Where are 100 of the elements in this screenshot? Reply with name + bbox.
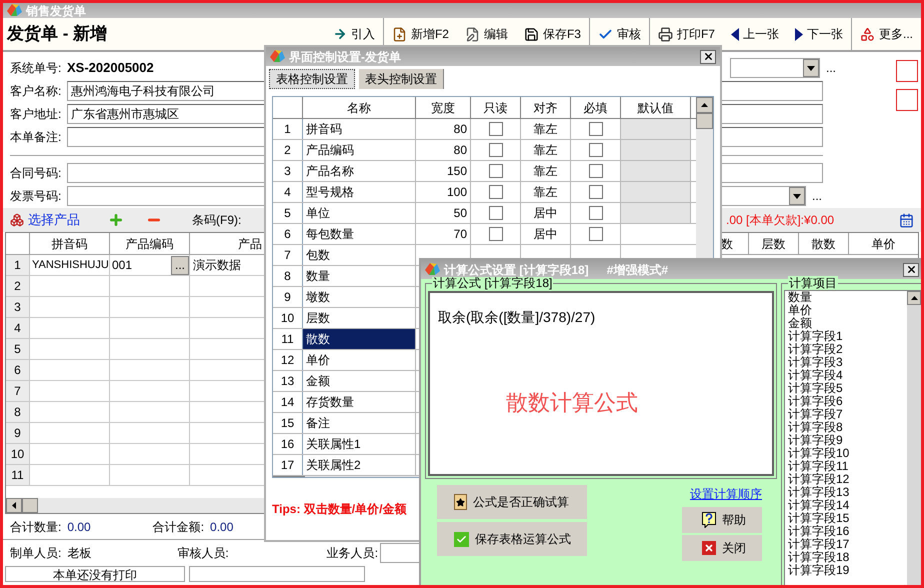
checkbox[interactable]: [488, 206, 502, 220]
list-item[interactable]: 计算字段7: [788, 408, 907, 421]
list-item[interactable]: 计算字段10: [788, 447, 907, 460]
tab[interactable]: 表头控制设置: [359, 69, 444, 89]
table-cell[interactable]: 层数: [303, 308, 416, 328]
list-item[interactable]: 计算字段5: [788, 382, 907, 395]
column-header[interactable]: 对齐: [521, 97, 571, 118]
table-cell[interactable]: 单价: [303, 350, 416, 370]
dropdown-button[interactable]: [803, 59, 819, 77]
table-cell[interactable]: 存货数量: [303, 392, 416, 412]
column-header[interactable]: 散数: [798, 233, 848, 254]
list-item[interactable]: 计算字段4: [788, 369, 907, 382]
side-button[interactable]: 关闭: [682, 535, 762, 561]
combo-field[interactable]: [730, 58, 820, 78]
tab[interactable]: 表格控制设置: [269, 69, 355, 89]
table-cell[interactable]: 包数: [303, 245, 416, 265]
table-cell[interactable]: 金额: [303, 371, 416, 391]
table-cell[interactable]: 型号规格: [303, 182, 416, 202]
column-header[interactable]: 单价: [848, 233, 918, 254]
table-cell[interactable]: 拼音码: [303, 119, 416, 139]
checkbox[interactable]: [488, 185, 502, 199]
toolbar-button[interactable]: 编辑: [456, 18, 516, 50]
list-item[interactable]: 计算字段19: [788, 564, 907, 577]
column-header[interactable]: 产品编码: [110, 233, 190, 254]
default-value-cell[interactable]: [621, 140, 691, 161]
list-item[interactable]: 计算字段14: [788, 499, 907, 512]
sales-field[interactable]: [380, 543, 420, 563]
list-item[interactable]: 计算字段17: [788, 538, 907, 551]
table-cell[interactable]: 每包数量: [303, 224, 416, 244]
list-item[interactable]: 计算字段15: [788, 512, 907, 525]
select-product-button[interactable]: 选择产品: [28, 210, 80, 230]
list-item[interactable]: 数量: [788, 291, 907, 304]
side-button[interactable]: [896, 89, 918, 111]
picker-button[interactable]: ...: [171, 256, 189, 274]
list-item[interactable]: 计算字段9: [788, 434, 907, 447]
list-item[interactable]: 计算字段3: [788, 356, 907, 369]
column-header[interactable]: 产品: [190, 233, 262, 254]
side-button[interactable]: [896, 60, 918, 82]
table-cell[interactable]: 备注: [303, 413, 416, 433]
toolbar-button[interactable]: 下一张: [786, 18, 851, 50]
column-header[interactable]: 必填: [571, 97, 621, 118]
default-value-cell[interactable]: [621, 161, 691, 182]
checkbox[interactable]: [488, 143, 502, 157]
list-item[interactable]: 金额: [788, 317, 907, 330]
scroll-thumb[interactable]: [22, 498, 38, 513]
list-item[interactable]: 计算字段16: [788, 525, 907, 538]
list-item[interactable]: 计算字段1: [788, 330, 907, 343]
column-header[interactable]: 默认值: [621, 97, 691, 118]
checkbox[interactable]: [488, 122, 502, 136]
close-button[interactable]: [903, 262, 919, 276]
column-header[interactable]: 名称: [303, 97, 416, 118]
checkbox[interactable]: [588, 122, 602, 136]
more-link[interactable]: ...: [826, 59, 896, 77]
table-cell[interactable]: 散数: [303, 329, 416, 349]
checkbox[interactable]: [588, 185, 602, 199]
checkbox[interactable]: [488, 164, 502, 178]
side-button[interactable]: 帮助: [682, 507, 762, 533]
list-item[interactable]: 计算字段12: [788, 473, 907, 486]
scroll-left-button[interactable]: [6, 498, 22, 513]
toolbar-button[interactable]: 更多...: [850, 18, 921, 50]
checkbox[interactable]: [588, 164, 602, 178]
checkbox[interactable]: [588, 206, 602, 220]
dropdown-button[interactable]: [789, 187, 805, 205]
calendar-icon[interactable]: [899, 212, 914, 228]
table-cell[interactable]: 关联属性2: [303, 455, 416, 475]
toolbar-button[interactable]: 上一张: [722, 18, 787, 50]
checkbox[interactable]: [588, 143, 602, 157]
list-item[interactable]: 计算字段18: [788, 551, 907, 564]
column-header[interactable]: 只读: [471, 97, 521, 118]
table-cell[interactable]: 关联属性1: [303, 434, 416, 454]
action-button[interactable]: 保存表格运算公式: [437, 522, 587, 556]
default-value-cell[interactable]: [621, 182, 691, 203]
list-item[interactable]: 计算字段8: [788, 421, 907, 434]
column-header[interactable]: 层数: [748, 233, 798, 254]
formula-editor[interactable]: 取余(取余([数量]/378)/27) 散数计算公式: [428, 291, 774, 476]
list-item[interactable]: 计算字段11: [788, 460, 907, 473]
toolbar-button[interactable]: 保存F3: [516, 18, 589, 50]
close-button[interactable]: [700, 50, 716, 64]
column-header[interactable]: 拼音码: [30, 233, 110, 254]
action-button[interactable]: 公式是否正确试算: [437, 485, 587, 519]
default-value-cell[interactable]: [621, 203, 691, 224]
scroll-up-button[interactable]: [696, 97, 713, 113]
table-cell[interactable]: 墩数: [303, 287, 416, 307]
table-cell[interactable]: 产品名称: [303, 161, 416, 181]
table-cell[interactable]: 数量: [303, 266, 416, 286]
default-value-cell[interactable]: [621, 119, 691, 140]
more-link[interactable]: ...: [812, 187, 822, 205]
table-cell[interactable]: 产品编码: [303, 140, 416, 160]
column-header[interactable]: 宽度: [416, 97, 471, 118]
list-item[interactable]: 计算字段2: [788, 343, 907, 356]
checkbox[interactable]: [588, 227, 602, 241]
table-cell[interactable]: 单位: [303, 203, 416, 223]
scroll-up-button[interactable]: [907, 291, 921, 305]
order-link[interactable]: 设置计算顺序: [690, 485, 762, 503]
list-item[interactable]: 计算字段6: [788, 395, 907, 408]
scroll-thumb[interactable]: [696, 113, 713, 129]
checkbox[interactable]: [488, 227, 502, 241]
list-item[interactable]: 单价: [788, 304, 907, 317]
list-item[interactable]: 计算字段13: [788, 486, 907, 499]
toolbar-button[interactable]: 引入: [324, 18, 383, 50]
